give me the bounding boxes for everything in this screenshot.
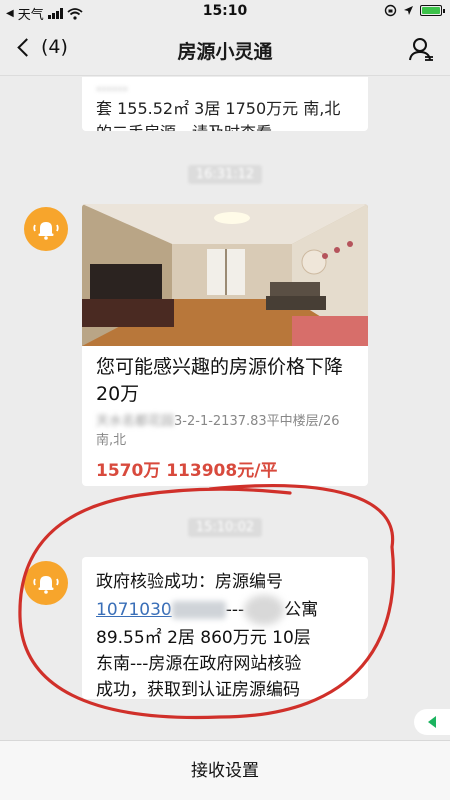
floating-tab-button[interactable] (414, 709, 450, 735)
nav-bar: (4) 房源小灵通 (0, 24, 450, 76)
bell-avatar[interactable] (24, 207, 68, 251)
message-line: 政府核验成功：房源编号 (96, 572, 283, 592)
message-line: 东南---房源在政府网站核验 (96, 654, 302, 674)
redacted-block (244, 595, 285, 625)
battery-icon (420, 5, 445, 16)
status-time: 15:10 (202, 3, 248, 19)
message-card[interactable]: …… 套 155.52㎡ 3居 1750万元 南,北 的二手房源，请及时查看。 (82, 77, 368, 131)
message-line: 套 155.52㎡ 3居 1750万元 南,北 (96, 99, 341, 118)
message-timestamp: 16:31:12 (0, 165, 450, 184)
living-room-image (82, 204, 368, 346)
listing-community: 天水名都花园 (96, 414, 175, 429)
user-profile-icon[interactable] (408, 36, 434, 62)
timestamp-text: 15:10:02 (187, 518, 263, 537)
bell-icon (33, 576, 59, 594)
status-bar: ◀ 天气 15:10 (0, 0, 450, 24)
status-right (384, 4, 445, 17)
page-title: 房源小灵通 (177, 41, 273, 63)
bell-avatar[interactable] (24, 561, 68, 605)
message-line: 1071030 --- 公寓 (96, 595, 354, 625)
listing-address: 天水名都花园3-2-1-2137.83平中楼层/26南,北 (82, 408, 368, 450)
location-icon (404, 6, 413, 15)
separator: --- (225, 600, 245, 620)
arrow-left-icon (428, 716, 436, 728)
listing-title: 您可能感兴趣的房源价格下降20万 (96, 356, 344, 405)
property-kind: 公寓 (284, 600, 319, 620)
listing-card[interactable]: 您可能感兴趣的房源价格下降20万 天水名都花园3-2-1-2137.83平中楼层… (82, 204, 368, 486)
redacted-block (171, 601, 226, 619)
rotation-lock-icon (384, 4, 397, 17)
listing-price: 1570万 113908元/平 (96, 461, 278, 481)
message-line: 89.55㎡ 2居 860万元 10层 (96, 628, 311, 648)
chat-area[interactable]: …… 套 155.52㎡ 3居 1750万元 南,北 的二手房源，请及时查看。 … (0, 77, 450, 740)
message-line: …… (96, 77, 128, 94)
receive-settings-button[interactable]: 接收设置 (0, 740, 450, 800)
receive-settings-label: 接收设置 (191, 761, 259, 781)
bell-icon (33, 222, 59, 240)
message-timestamp: 15:10:02 (0, 518, 450, 537)
message-line: 成功，获取到认证房源编码 (96, 680, 300, 699)
message-line: 的二手房源，请及时查看。 (96, 121, 354, 131)
message-card[interactable]: 政府核验成功：房源编号 1071030 --- 公寓 89.55㎡ 2居 860万元… (82, 557, 368, 699)
listing-photo[interactable] (82, 204, 368, 346)
timestamp-text: 16:31:12 (187, 165, 263, 184)
listing-id-link[interactable]: 1071030 (96, 600, 172, 620)
